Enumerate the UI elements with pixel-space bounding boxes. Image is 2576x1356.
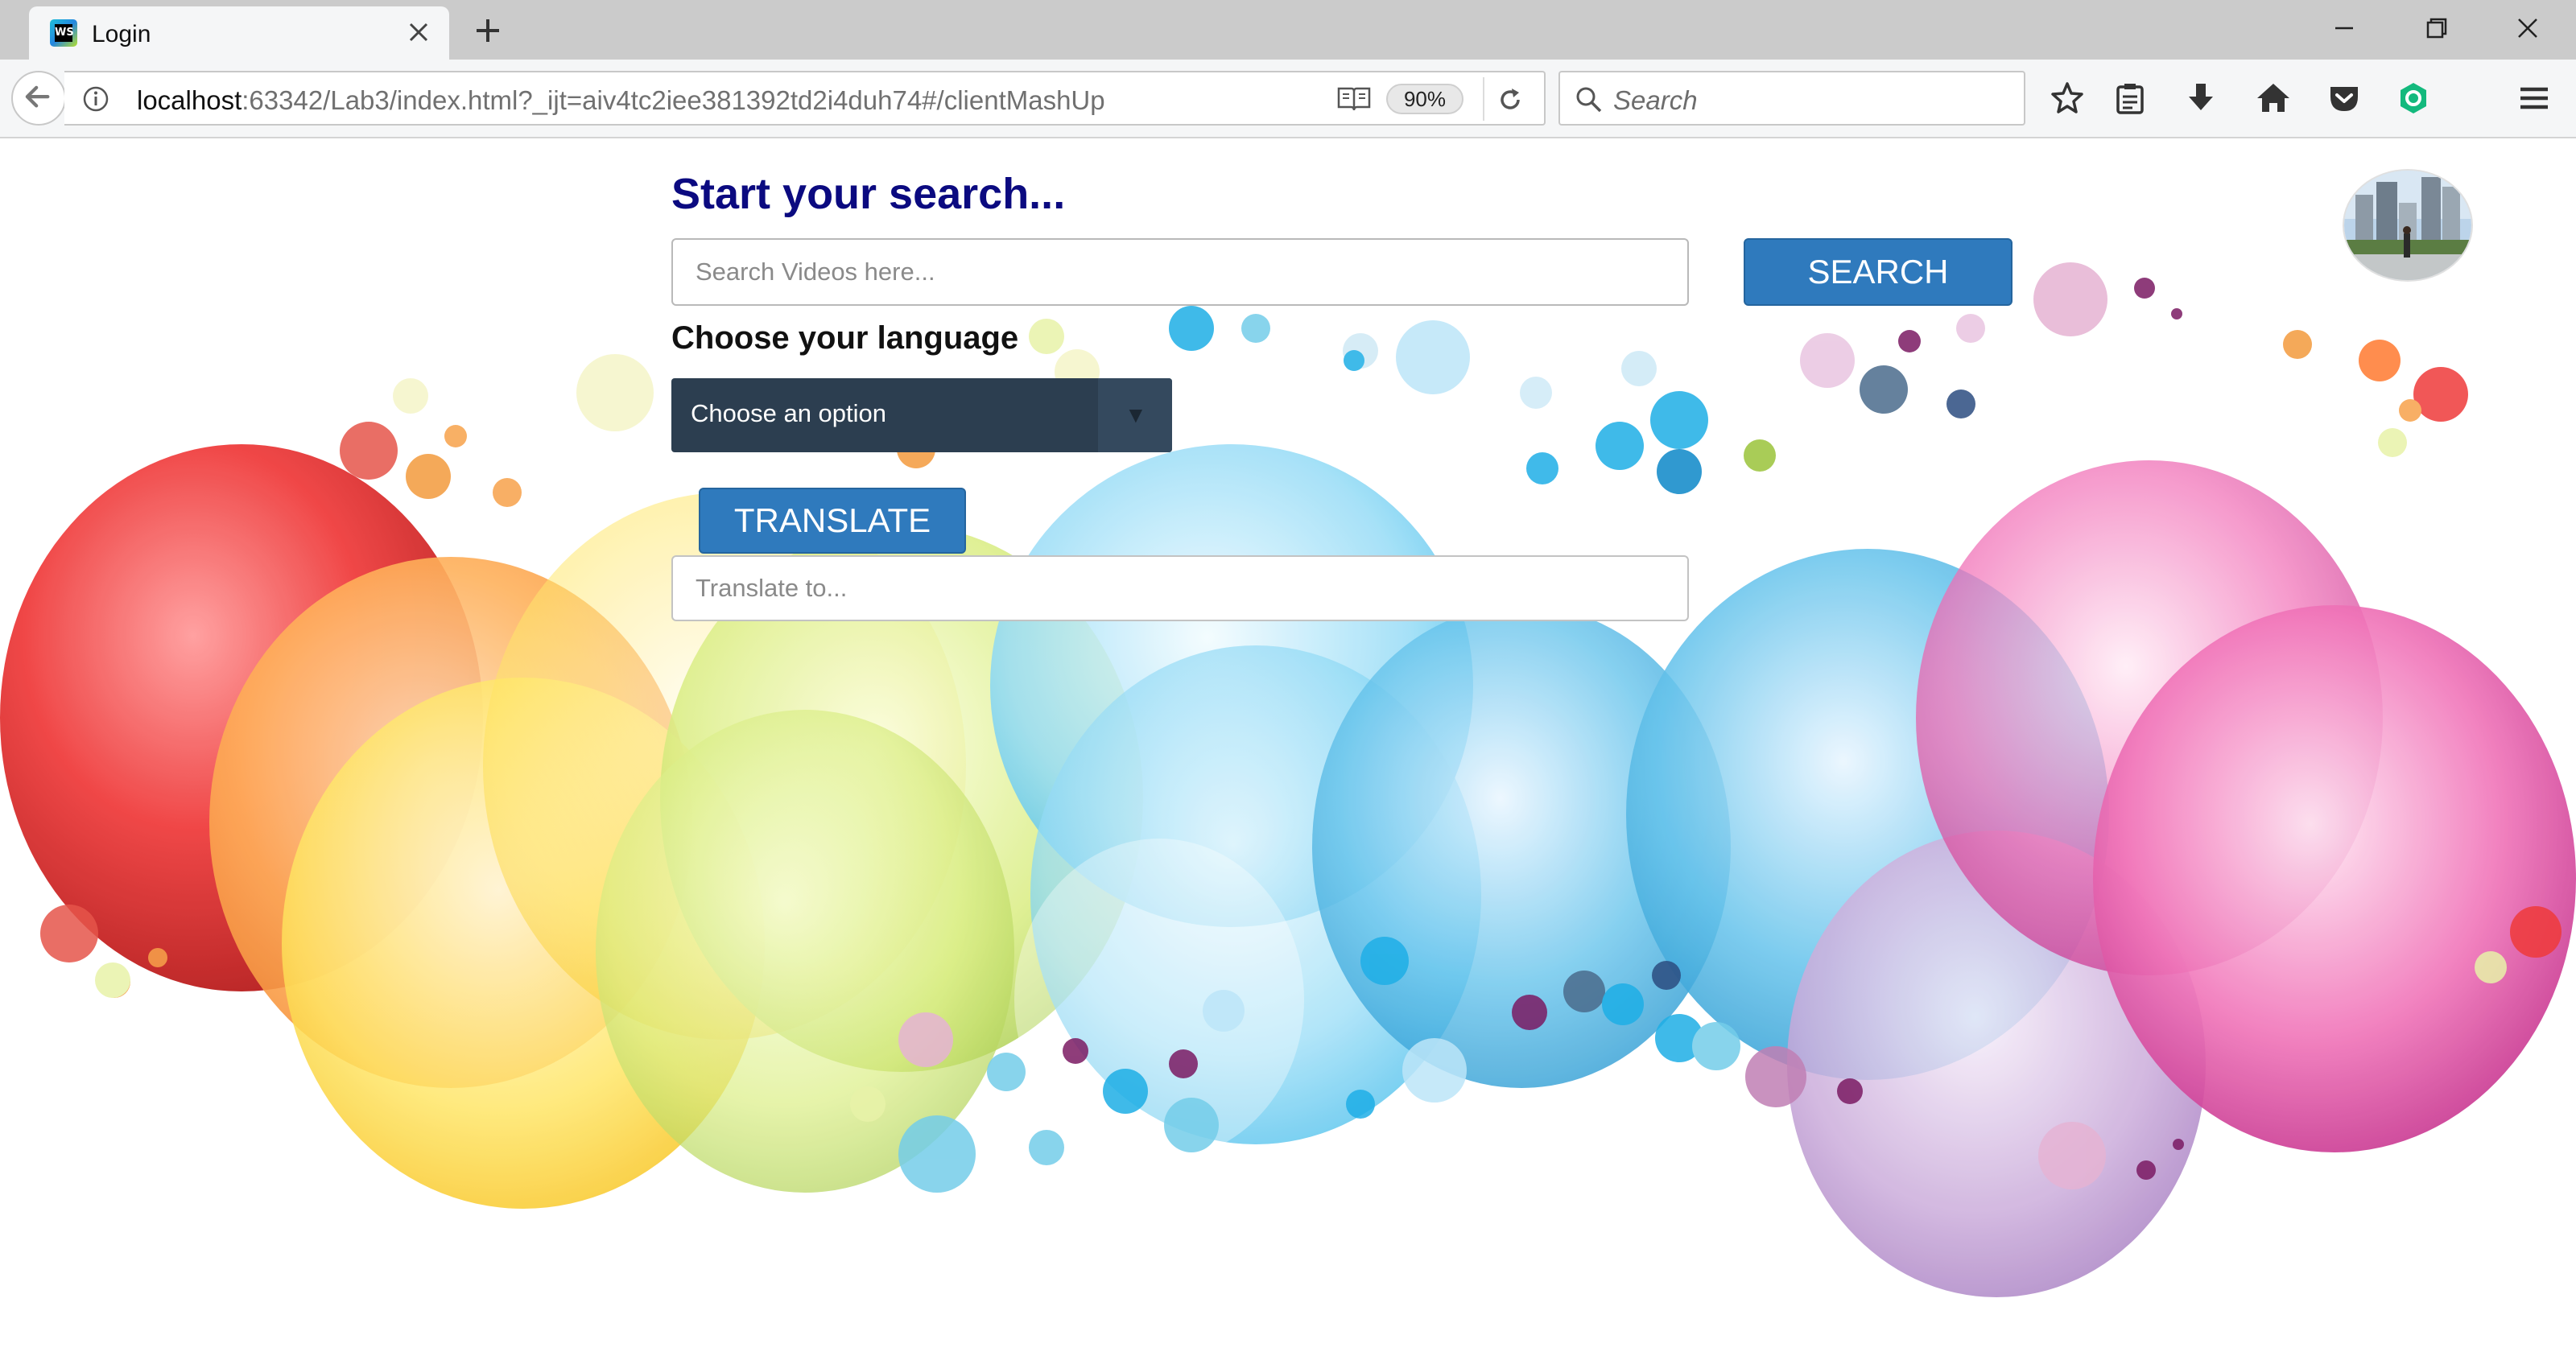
back-button[interactable] xyxy=(11,71,66,126)
close-tab-icon[interactable] xyxy=(404,18,433,47)
url-text[interactable]: localhost:63342/Lab3/index.html?_ijt=aiv… xyxy=(137,85,1105,116)
navigation-toolbar: localhost:63342/Lab3/index.html?_ijt=aiv… xyxy=(0,60,2576,138)
language-select-value: Choose an option xyxy=(691,399,887,427)
reload-icon[interactable] xyxy=(1494,84,1526,116)
browser-search-field[interactable]: Search xyxy=(1558,71,2025,126)
home-icon xyxy=(2257,84,2289,112)
page-viewport: Start your search... SEARCH Choose your … xyxy=(0,138,2576,1356)
site-info-icon[interactable] xyxy=(82,85,109,113)
urlbar-divider xyxy=(1483,77,1484,121)
download-button[interactable] xyxy=(2178,76,2223,121)
pocket-button[interactable] xyxy=(2322,76,2367,121)
zoom-level-badge[interactable]: 90% xyxy=(1386,84,1463,114)
back-arrow-icon xyxy=(25,85,50,108)
search-videos-input[interactable] xyxy=(671,238,1689,306)
url-host: localhost xyxy=(137,85,242,115)
language-select[interactable]: Choose an option ▼ xyxy=(671,378,1172,452)
avatar[interactable] xyxy=(2344,171,2471,280)
menu-button[interactable] xyxy=(2512,76,2557,121)
avatar-photo xyxy=(2344,171,2471,280)
translate-input[interactable] xyxy=(671,555,1689,621)
reader-view-icon[interactable] xyxy=(1336,85,1372,113)
address-bar[interactable]: localhost:63342/Lab3/index.html?_ijt=aiv… xyxy=(64,71,1546,126)
bookmark-star-icon xyxy=(2051,82,2083,113)
webstorm-favicon-icon: WS xyxy=(50,19,77,47)
download-icon xyxy=(2189,84,2213,110)
minimize-window-icon[interactable] xyxy=(2322,8,2367,48)
url-path: :63342/Lab3/index.html?_ijt=aiv4tc2iee38… xyxy=(242,85,1105,115)
reading-list-button[interactable] xyxy=(2107,76,2153,121)
page-heading: Start your search... xyxy=(671,170,1066,218)
new-tab-icon[interactable] xyxy=(469,11,507,50)
browser-search-placeholder: Search xyxy=(1613,85,1698,115)
tab-strip: WS Login xyxy=(0,0,2576,60)
home-button[interactable] xyxy=(2251,76,2296,121)
menu-icon xyxy=(2520,87,2548,109)
bubbles-background-image xyxy=(0,262,2576,1297)
reading-list-icon xyxy=(2116,84,2144,114)
translate-button[interactable]: TRANSLATE xyxy=(699,488,966,554)
browser-tab[interactable]: WS Login xyxy=(29,6,449,60)
restore-window-icon[interactable] xyxy=(2413,8,2458,48)
extension-icon xyxy=(2401,83,2426,113)
language-label: Choose your language xyxy=(671,320,1019,356)
chevron-down-icon: ▼ xyxy=(1125,402,1147,427)
favicon-text: WS xyxy=(55,24,74,42)
search-icon xyxy=(1576,87,1602,113)
pocket-icon xyxy=(2330,87,2358,111)
search-button[interactable]: SEARCH xyxy=(1744,238,2013,306)
extension-button[interactable] xyxy=(2391,76,2436,121)
tab-title: Login xyxy=(92,21,151,47)
close-window-icon[interactable] xyxy=(2505,8,2550,48)
bookmark-star-button[interactable] xyxy=(2045,76,2090,121)
language-select-arrow[interactable]: ▼ xyxy=(1098,378,1172,452)
